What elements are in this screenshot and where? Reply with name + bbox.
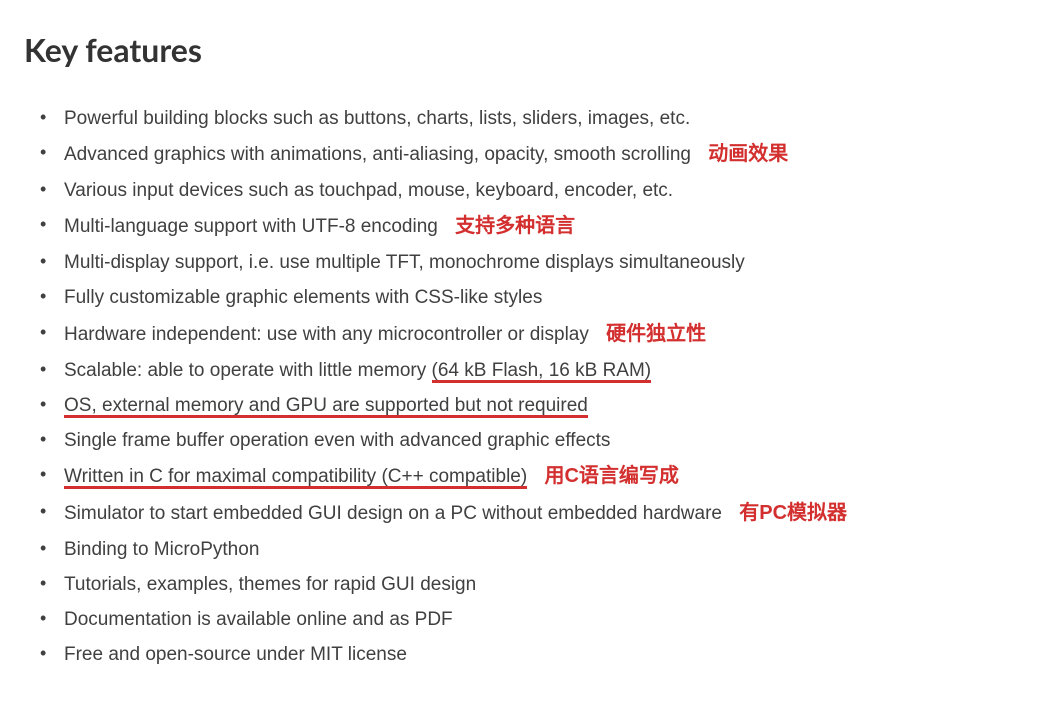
annotation-label: 有PC模拟器	[739, 502, 847, 524]
feature-text: Powerful building blocks such as buttons…	[64, 108, 690, 129]
feature-text: Tutorials, examples, themes for rapid GU…	[64, 574, 476, 595]
list-item: Scalable: able to operate with little me…	[52, 353, 1040, 388]
underlined-text: Written in C for maximal compatibility (…	[64, 466, 527, 487]
feature-text: Fully customizable graphic elements with…	[64, 287, 542, 308]
list-item: Multi-language support with UTF-8 encodi…	[52, 208, 1040, 245]
list-item: Tutorials, examples, themes for rapid GU…	[52, 567, 1040, 602]
annotation-label: 动画效果	[708, 143, 788, 165]
feature-text: Free and open-source under MIT license	[64, 644, 407, 665]
list-item: Written in C for maximal compatibility (…	[52, 458, 1040, 495]
feature-text: Binding to MicroPython	[64, 539, 259, 560]
feature-text: Various input devices such as touchpad, …	[64, 180, 673, 201]
feature-text: Documentation is available online and as…	[64, 609, 453, 630]
list-item: Free and open-source under MIT license	[52, 637, 1040, 672]
feature-text-prefix: Scalable: able to operate with little me…	[64, 360, 432, 381]
feature-list: Powerful building blocks such as buttons…	[24, 101, 1040, 673]
list-item: Single frame buffer operation even with …	[52, 423, 1040, 458]
list-item: OS, external memory and GPU are supporte…	[52, 388, 1040, 423]
list-item: Simulator to start embedded GUI design o…	[52, 495, 1040, 532]
list-item: Various input devices such as touchpad, …	[52, 173, 1040, 208]
annotation-label: 用C语言编写成	[544, 465, 678, 487]
feature-text: Advanced graphics with animations, anti-…	[64, 144, 691, 165]
list-item: Fully customizable graphic elements with…	[52, 280, 1040, 315]
list-item: Hardware independent: use with any micro…	[52, 316, 1040, 353]
page-title: Key features	[24, 30, 1040, 69]
list-item: Multi-display support, i.e. use multiple…	[52, 245, 1040, 280]
underlined-text: OS, external memory and GPU are supporte…	[64, 395, 588, 416]
feature-text: Multi-display support, i.e. use multiple…	[64, 252, 745, 273]
feature-text: Hardware independent: use with any micro…	[64, 324, 589, 345]
feature-text: Single frame buffer operation even with …	[64, 430, 610, 451]
list-item: Binding to MicroPython	[52, 532, 1040, 567]
list-item: Documentation is available online and as…	[52, 602, 1040, 637]
list-item: Powerful building blocks such as buttons…	[52, 101, 1040, 136]
annotation-label: 硬件独立性	[606, 323, 706, 345]
list-item: Advanced graphics with animations, anti-…	[52, 136, 1040, 173]
annotation-label: 支持多种语言	[455, 215, 575, 237]
feature-text: Multi-language support with UTF-8 encodi…	[64, 216, 438, 237]
feature-text: Simulator to start embedded GUI design o…	[64, 503, 722, 524]
underlined-text: (64 kB Flash, 16 kB RAM)	[432, 360, 652, 381]
